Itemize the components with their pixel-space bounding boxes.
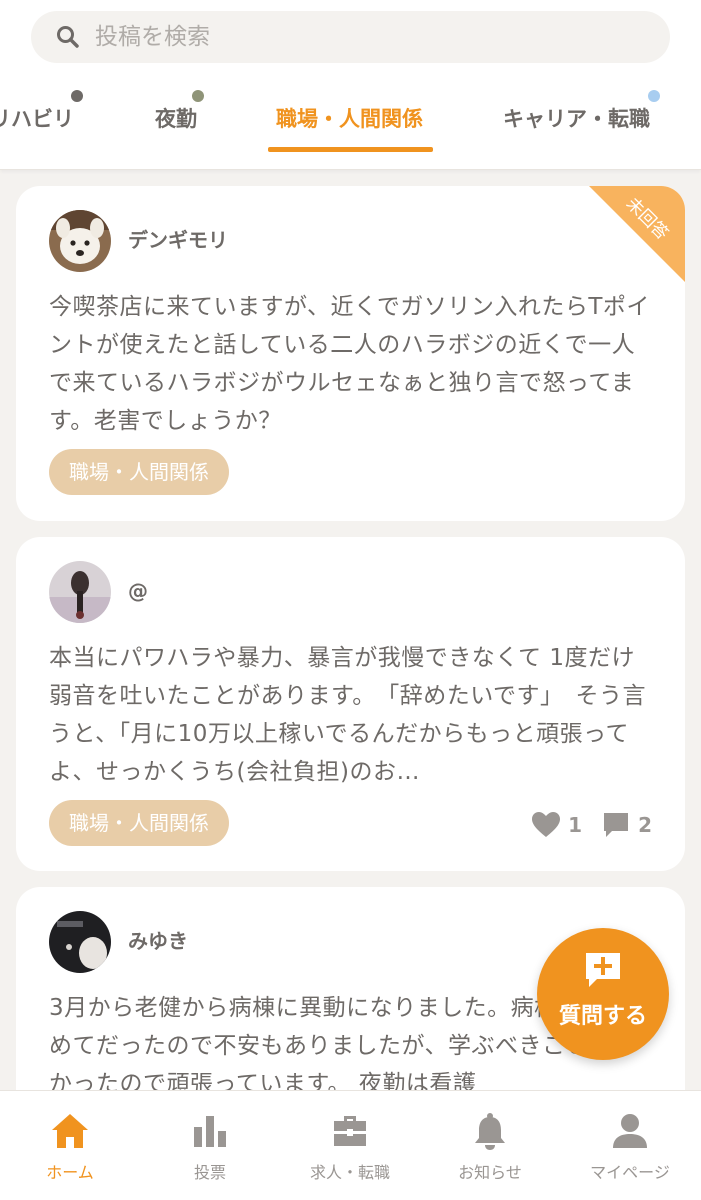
avatar[interactable] <box>49 561 111 623</box>
username[interactable]: みゆき <box>128 927 188 955</box>
bell-icon <box>475 1113 505 1150</box>
nav-jobs-label: 求人・転職 <box>309 1163 390 1182</box>
username[interactable]: デンギモリ <box>128 226 228 254</box>
briefcase-icon <box>334 1116 366 1146</box>
tab-unread-dot <box>192 90 204 102</box>
post-stats: 1 2 <box>512 809 652 841</box>
ask-question-button[interactable]: 質問する <box>537 928 669 1060</box>
photo-avatar-icon <box>49 561 111 623</box>
search-header: 投稿を検索 <box>0 0 701 72</box>
ask-question-label: 質問する <box>558 1004 647 1029</box>
post-body[interactable]: 本当にパワハラや暴力、暴言が我慢できなくて 1度だけ弱音を吐いたことがあります。… <box>49 639 657 791</box>
tab-unread-dot <box>648 90 660 102</box>
pet-avatar-icon <box>49 911 111 973</box>
category-tabs: リハビリ 夜勤 職場・人間関係 キャリア・転職 <box>0 72 701 170</box>
tab-night-shift[interactable]: 夜勤 <box>155 102 197 136</box>
nav-mypage[interactable]: マイページ <box>560 1091 700 1200</box>
nav-home[interactable]: ホーム <box>0 1091 140 1200</box>
tab-career-change[interactable]: キャリア・転職 <box>503 102 650 136</box>
post-card[interactable]: @ 本当にパワハラや暴力、暴言が我慢できなくて 1度だけ弱音を吐いたことがありま… <box>16 537 685 871</box>
nav-home-label: ホーム <box>46 1163 94 1182</box>
bottom-navigation: ホーム 投票 求人・転職 お知らせ マイページ <box>0 1090 701 1200</box>
search-placeholder: 投稿を検索 <box>95 24 210 50</box>
comment-button[interactable]: 2 <box>602 811 652 839</box>
post-card[interactable]: デンギモリ 未回答 今喫茶店に来ていますが、近くでガソリン入れたらTポイントが使… <box>16 186 685 521</box>
category-tag[interactable]: 職場・人間関係 <box>49 449 229 495</box>
category-tag[interactable]: 職場・人間関係 <box>49 800 229 846</box>
dog-avatar-icon <box>49 210 111 272</box>
nav-notifications[interactable]: お知らせ <box>420 1091 560 1200</box>
bar-chart-icon <box>194 1116 226 1147</box>
tab-unread-dot <box>71 90 83 102</box>
nav-voting-label: 投票 <box>193 1163 226 1182</box>
username[interactable]: @ <box>128 577 148 605</box>
home-icon <box>52 1114 88 1148</box>
comment-count: 2 <box>638 813 652 837</box>
nav-voting[interactable]: 投票 <box>140 1091 280 1200</box>
avatar[interactable] <box>49 210 111 272</box>
search-icon <box>57 26 79 48</box>
nav-mypage-label: マイページ <box>590 1163 670 1182</box>
like-count: 1 <box>568 813 583 837</box>
heart-icon <box>532 812 561 837</box>
unanswered-badge: 未回答 <box>589 186 685 282</box>
tab-rehabilitation[interactable]: リハビリ <box>0 102 74 136</box>
avatar[interactable] <box>49 911 111 973</box>
active-tab-indicator <box>268 147 433 152</box>
tab-workplace-relations[interactable]: 職場・人間関係 <box>276 102 423 136</box>
like-button[interactable]: 1 <box>532 812 582 838</box>
post-body[interactable]: 今喫茶店に来ていますが、近くでガソリン入れたらTポイントが使えたと話している二人… <box>49 288 657 440</box>
add-question-icon <box>586 953 620 987</box>
nav-jobs[interactable]: 求人・転職 <box>280 1091 420 1200</box>
nav-notifications-label: お知らせ <box>458 1163 522 1182</box>
search-input[interactable]: 投稿を検索 <box>31 11 670 63</box>
comment-icon <box>604 813 629 837</box>
person-icon <box>613 1114 647 1148</box>
